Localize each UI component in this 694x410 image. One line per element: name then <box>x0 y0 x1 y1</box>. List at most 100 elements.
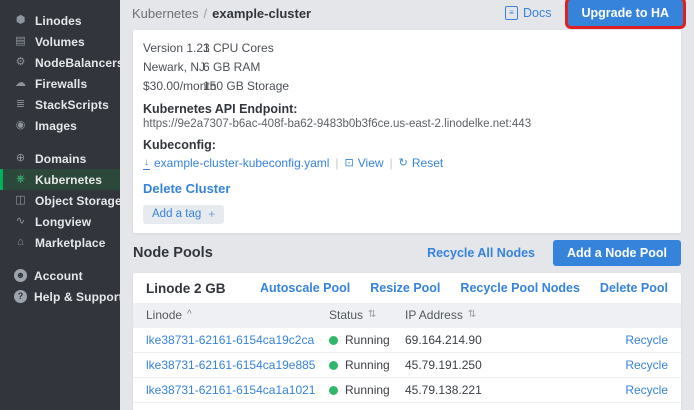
status-running-icon <box>329 386 338 395</box>
sidebar-item-images[interactable]: ◉ Images <box>0 115 120 136</box>
sort-icon: ⇅ <box>368 310 376 320</box>
cube-icon: ⬢ <box>13 15 28 26</box>
delete-cluster-button[interactable]: Delete Cluster <box>143 181 667 196</box>
sidebar-item-label: Help & Support <box>34 290 123 304</box>
sidebar-item-label: Marketplace <box>35 236 105 250</box>
api-endpoint-value[interactable]: https://9e2a7307-b6ac-408f-ba62-9483b0b3… <box>143 117 667 132</box>
help-icon: ? <box>14 290 27 303</box>
pool-id-footer: Pool ID 62161 <box>133 402 681 410</box>
app-window: ⬢ Linodes ▤ Volumes ⚙ NodeBalancers ☁ Fi… <box>0 0 694 410</box>
cluster-version: Version 1.21 <box>143 39 203 58</box>
kubeconfig-view-link[interactable]: ⊡ View <box>345 155 384 172</box>
nodebalancer-icon: ⚙ <box>13 57 28 68</box>
sort-ascending-icon: ^ <box>187 310 192 320</box>
status-running-icon <box>329 361 338 370</box>
delete-pool-link[interactable]: Delete Pool <box>600 281 668 295</box>
pool-header: Linode 2 GB Autoscale Pool Resize Pool R… <box>133 273 681 303</box>
kubeconfig-download-link[interactable]: ↓ example-cluster-kubeconfig.yaml <box>143 155 329 172</box>
column-header-ip-address[interactable]: IP Address ⇅ <box>405 308 606 322</box>
resize-pool-link[interactable]: Resize Pool <box>370 281 440 295</box>
images-icon: ◉ <box>13 120 28 131</box>
sidebar-item-label: Domains <box>35 152 86 166</box>
recycle-node-link[interactable]: Recycle <box>625 383 668 397</box>
sidebar-item-label: NodeBalancers <box>35 56 124 70</box>
node-pools-actions: Recycle All Nodes Add a Node Pool <box>427 240 681 266</box>
sidebar-item-stackscripts[interactable]: ≣ StackScripts <box>0 94 120 115</box>
plus-icon: + <box>208 207 215 221</box>
kubernetes-helm-icon: ⎈ <box>13 174 28 185</box>
node-pools-title: Node Pools <box>133 245 213 261</box>
node-link[interactable]: lke38731-62161-6154ca19c2ca <box>146 333 329 347</box>
cluster-cpu: 3 CPU Cores <box>203 39 667 58</box>
sidebar-item-label: Linodes <box>35 14 82 28</box>
kubeconfig-separator: | <box>335 155 338 172</box>
node-ip: 45.79.191.250 <box>405 358 606 372</box>
sidebar-item-kubernetes[interactable]: ⎈ Kubernetes <box>0 169 120 190</box>
breadcrumb-kubernetes-link[interactable]: Kubernetes <box>132 6 199 21</box>
upgrade-to-ha-button[interactable]: Upgrade to HA <box>568 0 684 26</box>
node-status: Running <box>329 358 405 372</box>
sidebar-item-label: Volumes <box>35 35 85 49</box>
sidebar-item-firewalls[interactable]: ☁ Firewalls <box>0 73 120 94</box>
kubeconfig-reset-link[interactable]: ↻ Reset <box>399 155 444 172</box>
column-header-linode[interactable]: Linode ^ <box>146 308 329 322</box>
autoscale-pool-link[interactable]: Autoscale Pool <box>260 281 350 295</box>
table-row: lke38731-62161-6154ca1a1021 Running 45.7… <box>133 377 681 402</box>
domains-icon: ⊕ <box>13 153 28 164</box>
volumes-icon: ▤ <box>13 36 28 47</box>
sidebar-item-linodes[interactable]: ⬢ Linodes <box>0 10 120 31</box>
node-status: Running <box>329 383 405 397</box>
stackscripts-icon: ≣ <box>13 99 28 110</box>
topbar: Kubernetes/example-cluster ≡ Docs Upgrad… <box>120 0 694 26</box>
reset-icon: ↻ <box>399 158 408 169</box>
kubeconfig-filename: example-cluster-kubeconfig.yaml <box>154 155 329 172</box>
topbar-actions: ≡ Docs Upgrade to HA <box>505 0 683 26</box>
sidebar-item-help-support[interactable]: ? Help & Support <box>0 286 120 307</box>
pool-name: Linode 2 GB <box>146 281 226 296</box>
docs-label: Docs <box>523 6 551 20</box>
add-tag-label: Add a tag <box>152 208 201 220</box>
sidebar-item-marketplace[interactable]: ⌂ Marketplace <box>0 232 120 253</box>
sort-icon: ⇅ <box>468 310 476 320</box>
node-pool-card: Linode 2 GB Autoscale Pool Resize Pool R… <box>133 273 681 410</box>
main-content: Kubernetes/example-cluster ≡ Docs Upgrad… <box>120 0 694 410</box>
docs-link[interactable]: ≡ Docs <box>505 6 551 20</box>
sidebar-item-account[interactable]: ☻ Account <box>0 265 120 286</box>
add-node-pool-button[interactable]: Add a Node Pool <box>553 240 681 266</box>
account-icon: ☻ <box>14 269 27 282</box>
column-header-status[interactable]: Status ⇅ <box>329 308 405 322</box>
status-running-icon <box>329 336 338 345</box>
firewall-icon: ☁ <box>13 78 28 89</box>
add-tag-button[interactable]: Add a tag + <box>143 205 224 224</box>
sidebar-item-nodebalancers[interactable]: ⚙ NodeBalancers <box>0 52 120 73</box>
view-icon: ⊡ <box>345 158 354 169</box>
sidebar-item-label: StackScripts <box>35 98 109 112</box>
download-icon: ↓ <box>143 158 150 170</box>
cluster-price: $30.00/month <box>143 77 203 96</box>
sidebar-item-label: Longview <box>35 215 91 229</box>
cluster-ram: 6 GB RAM <box>203 58 667 77</box>
recycle-all-nodes-link[interactable]: Recycle All Nodes <box>427 246 535 260</box>
cluster-summary: Version 1.21 3 CPU Cores Newark, NJ 6 GB… <box>143 39 667 96</box>
sidebar-item-domains[interactable]: ⊕ Domains <box>0 148 120 169</box>
node-link[interactable]: lke38731-62161-6154ca1a1021 <box>146 383 329 397</box>
recycle-pool-nodes-link[interactable]: Recycle Pool Nodes <box>460 281 580 295</box>
sidebar-item-longview[interactable]: ∿ Longview <box>0 211 120 232</box>
bucket-icon: ◫ <box>13 195 28 206</box>
cluster-summary-card: Version 1.21 3 CPU Cores Newark, NJ 6 GB… <box>133 30 681 233</box>
marketplace-icon: ⌂ <box>13 237 28 248</box>
api-endpoint-label: Kubernetes API Endpoint: <box>143 102 667 117</box>
reset-label: Reset <box>412 155 443 172</box>
cluster-region: Newark, NJ <box>143 58 203 77</box>
pool-actions: Autoscale Pool Resize Pool Recycle Pool … <box>260 281 668 295</box>
sidebar-item-object-storage[interactable]: ◫ Object Storage <box>0 190 120 211</box>
sidebar-item-volumes[interactable]: ▤ Volumes <box>0 31 120 52</box>
kubeconfig-actions: ↓ example-cluster-kubeconfig.yaml | ⊡ Vi… <box>143 155 667 172</box>
breadcrumb: Kubernetes/example-cluster <box>132 6 311 21</box>
node-ip: 45.79.138.221 <box>405 383 606 397</box>
sidebar-item-label: Kubernetes <box>35 173 102 187</box>
pulse-icon: ∿ <box>13 216 28 227</box>
node-link[interactable]: lke38731-62161-6154ca19e885 <box>146 358 329 372</box>
recycle-node-link[interactable]: Recycle <box>625 333 668 347</box>
recycle-node-link[interactable]: Recycle <box>625 358 668 372</box>
